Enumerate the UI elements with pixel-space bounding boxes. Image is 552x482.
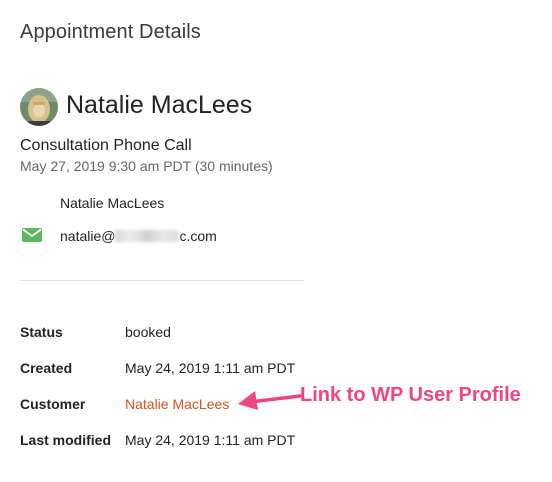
avatar — [20, 88, 58, 126]
mail-icon — [21, 226, 43, 244]
created-label: Created — [20, 360, 73, 376]
email-prefix: natalie@ — [60, 228, 116, 244]
status-label: Status — [20, 324, 63, 340]
created-value: May 24, 2019 1:11 am PDT — [125, 360, 296, 376]
last-modified-label: Last modified — [20, 432, 112, 448]
divider — [20, 280, 304, 281]
email-redacted — [115, 230, 180, 242]
contact-name: Natalie MacLees — [60, 195, 165, 211]
callout-arrow-icon — [238, 385, 302, 415]
customer-label: Customer — [20, 396, 86, 412]
callout-label: Link to WP User Profile — [300, 384, 521, 406]
email-suffix: c.com — [179, 228, 217, 244]
customer-name: Natalie MacLees — [66, 91, 253, 119]
last-modified-value: May 24, 2019 1:11 am PDT — [125, 432, 296, 448]
status-value: booked — [125, 324, 171, 340]
avatar-photo — [20, 88, 58, 126]
customer-profile-link[interactable]: Natalie MacLees — [125, 396, 229, 412]
page-title: Appointment Details — [20, 21, 201, 43]
contact-email: natalie@ c.com — [60, 228, 217, 244]
service-name: Consultation Phone Call — [20, 137, 192, 154]
appointment-datetime: May 27, 2019 9:30 am PDT (30 minutes) — [20, 158, 273, 174]
